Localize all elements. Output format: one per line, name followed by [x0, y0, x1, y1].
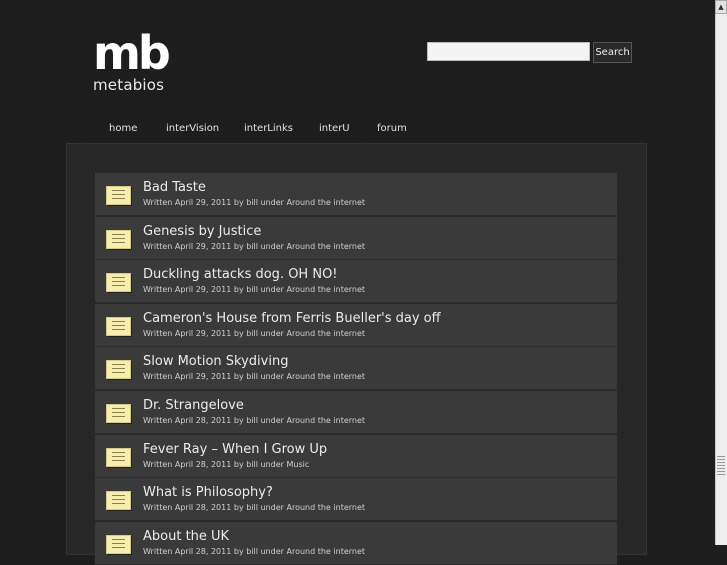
sticky-note-icon	[106, 491, 131, 511]
sticky-note-icon	[106, 403, 131, 423]
post-meta: Written April 28, 2011 by bill under Mus…	[143, 459, 310, 469]
post-title[interactable]: Cameron's House from Ferris Bueller's da…	[143, 311, 441, 326]
post-item[interactable]: Slow Motion Skydiving Written April 29, …	[95, 347, 617, 391]
sticky-note-icon	[106, 229, 131, 249]
post-title[interactable]: About the UK	[143, 529, 229, 544]
sticky-note-icon	[106, 447, 131, 467]
content-area: Bad Taste Written April 29, 2011 by bill…	[66, 143, 647, 565]
search-input[interactable]	[427, 42, 590, 61]
post-meta: Written April 29, 2011 by bill under Aro…	[143, 328, 366, 338]
post-item[interactable]: Bad Taste Written April 29, 2011 by bill…	[95, 173, 617, 216]
post-meta: Written April 29, 2011 by bill under Aro…	[143, 198, 366, 207]
post-title[interactable]: Bad Taste	[143, 180, 206, 195]
logo-text: metabios	[93, 76, 165, 94]
sticky-note-icon	[106, 316, 131, 336]
post-meta: Written April 28, 2011 by bill under Aro…	[143, 546, 366, 556]
search-button[interactable]: Search	[593, 42, 632, 63]
nav-item-interlinks[interactable]: interLinks	[244, 123, 293, 134]
nav-item-forum[interactable]: forum	[377, 123, 407, 134]
post-title[interactable]: Duckling attacks dog. OH NO!	[143, 267, 338, 282]
nav-item-interu[interactable]: interU	[319, 123, 350, 134]
sticky-note-icon	[106, 360, 131, 380]
post-meta: Written April 28, 2011 by bill under Aro…	[143, 503, 366, 513]
post-title[interactable]: Genesis by Justice	[143, 224, 261, 239]
logo-mark: mb	[93, 26, 171, 80]
post-meta: Written April 29, 2011 by bill under Aro…	[143, 285, 366, 295]
nav-item-home[interactable]: home	[109, 123, 137, 134]
scroll-grip[interactable]	[717, 455, 725, 475]
page-scrollbar[interactable]: ▲	[715, 0, 727, 545]
post-title[interactable]: Dr. Strangelove	[143, 398, 244, 413]
post-item[interactable]: Genesis by Justice Written April 29, 201…	[95, 216, 617, 260]
post-meta: Written April 28, 2011 by bill under Aro…	[143, 415, 366, 425]
post-item[interactable]: What is Philosophy? Written April 28, 20…	[95, 478, 617, 522]
sticky-note-icon	[106, 186, 131, 205]
post-item[interactable]: Cameron's House from Ferris Bueller's da…	[95, 303, 617, 347]
post-meta: Written April 29, 2011 by bill under Aro…	[143, 372, 366, 382]
main-nav: home interVision interLinks interU forum	[0, 123, 727, 137]
site-logo[interactable]: mb metabios	[93, 26, 171, 100]
post-item[interactable]: Dr. Strangelove Written April 28, 2011 b…	[95, 390, 617, 434]
post-title[interactable]: Fever Ray – When I Grow Up	[143, 442, 327, 457]
sticky-note-icon	[106, 273, 131, 293]
post-item[interactable]: Fever Ray – When I Grow Up Written April…	[95, 434, 617, 478]
sticky-note-icon	[106, 534, 131, 554]
post-item[interactable]: Duckling attacks dog. OH NO! Written Apr…	[95, 260, 617, 304]
post-list: Bad Taste Written April 29, 2011 by bill…	[95, 173, 617, 565]
post-title[interactable]: What is Philosophy?	[143, 485, 273, 500]
scroll-up-arrow-icon[interactable]: ▲	[715, 0, 727, 14]
post-item[interactable]: About the UK Written April 28, 2011 by b…	[95, 521, 617, 565]
post-meta: Written April 29, 2011 by bill under Aro…	[143, 241, 366, 251]
post-title[interactable]: Slow Motion Skydiving	[143, 354, 288, 369]
nav-item-intervision[interactable]: interVision	[166, 123, 219, 134]
